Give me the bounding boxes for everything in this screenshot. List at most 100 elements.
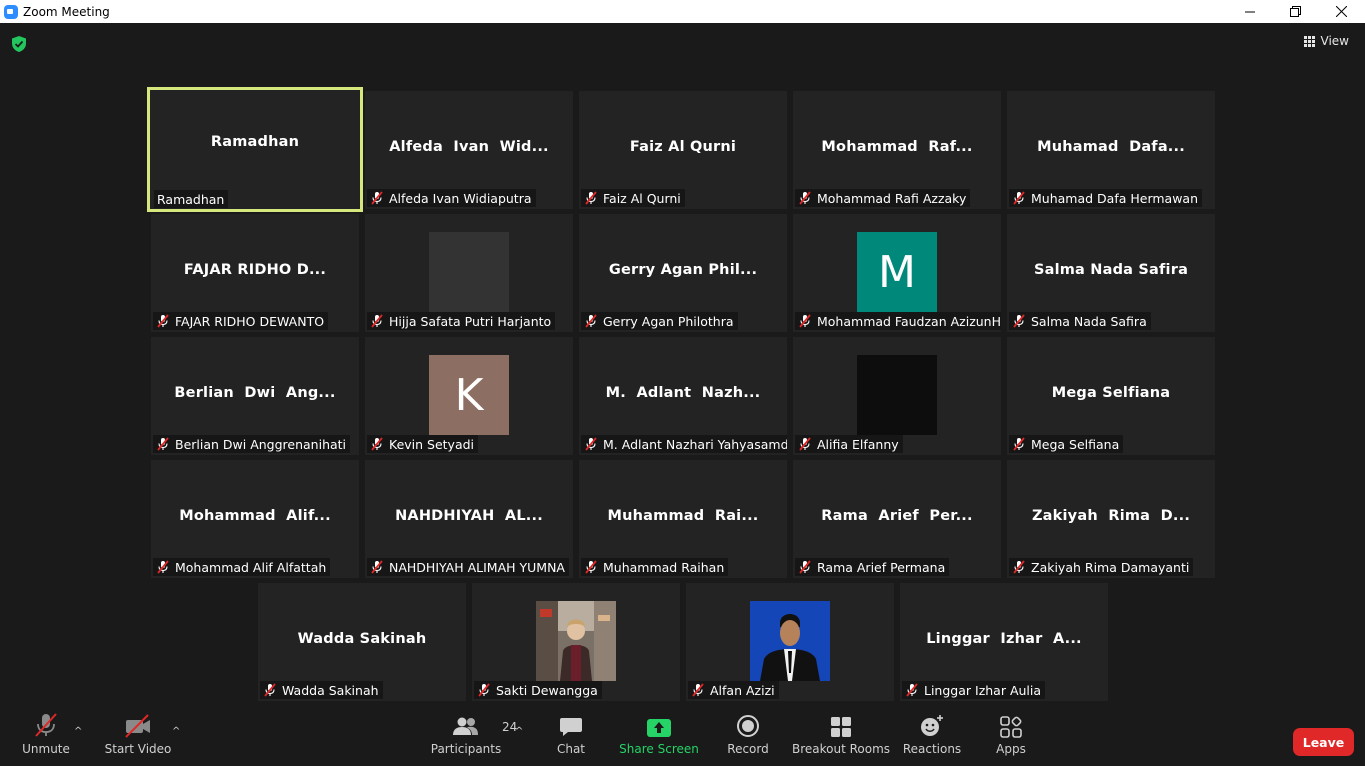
participant-display-name: M. Adlant Nazh... [605,385,761,401]
participant-name-label: Alifia Elfanny [795,435,903,453]
participant-name-label: Mega Selfiana [1009,435,1124,453]
participant-display-name: Berlian Dwi Ang... [174,385,336,401]
participant-tile[interactable]: Mega Selfiana Mega Selfiana [1007,337,1215,455]
participant-tile[interactable]: Salma Nada Safira Salma Nada Safira [1007,214,1215,332]
breakout-rooms-button[interactable]: Breakout Rooms [791,706,891,766]
participant-tile[interactable]: NAHDHIYAH AL... NAHDHIYAH ALIMAH YUMNA [365,460,573,578]
avatar-initial: M [857,232,937,312]
participant-name-label: M. Adlant Nazhari Yahyasamd... [581,435,787,453]
participant-tile[interactable]: FAJAR RIDHO D... FAJAR RIDHO DEWANTO [151,214,359,332]
reactions-button[interactable]: Reactions [902,706,962,766]
muted-mic-icon [371,314,383,328]
participant-name: Linggar Izhar Aulia [924,682,1042,698]
muted-mic-icon [585,314,597,328]
participants-label: Participants [430,742,502,756]
apps-button[interactable]: Apps [990,706,1032,766]
participant-tile[interactable]: Alfeda Ivan Wid... Alfeda Ivan Widiaputra [365,91,573,209]
chat-button[interactable]: Chat [548,706,594,766]
participant-name: Alfeda Ivan Widiaputra [389,190,532,206]
close-button[interactable] [1318,0,1364,23]
participant-tile[interactable]: M. Adlant Nazh... M. Adlant Nazhari Yahya… [579,337,787,455]
participant-name-label: Sakti Dewangga [474,681,602,699]
video-off-icon [125,714,150,738]
muted-mic-icon [157,437,169,451]
minimize-button[interactable] [1227,0,1273,23]
reactions-label: Reactions [902,742,962,756]
muted-mic-icon [264,683,276,697]
participant-name-label: Kevin Setyadi [367,435,479,453]
record-button[interactable]: Record [724,706,772,766]
share-screen-button[interactable]: Share Screen [619,706,699,766]
participant-tile[interactable]: Linggar Izhar A... Linggar Izhar Aulia [900,583,1108,701]
participant-tile[interactable]: Wadda Sakinah Wadda Sakinah [258,583,466,701]
participant-tile[interactable]: Alfan Azizi [686,583,894,701]
muted-mic-icon [1013,191,1025,205]
participant-tile[interactable]: Muhammad Rai... Muhammad Raihan [579,460,787,578]
muted-mic-icon [1013,314,1025,328]
grid-view-icon [1303,35,1315,47]
apps-label: Apps [996,742,1026,756]
video-options-caret[interactable]: ^ [172,726,180,737]
close-icon [1335,6,1347,17]
muted-mic-icon [371,560,383,574]
participants-options-caret[interactable]: ^ [515,726,523,737]
breakout-rooms-label: Breakout Rooms [791,742,891,756]
view-button[interactable]: View [1303,34,1349,48]
encryption-shield-icon[interactable] [11,35,27,53]
participant-tile[interactable]: Mohammad Raf... Mohammad Rafi Azzaky [793,91,1001,209]
unmute-button[interactable]: Unmute [16,706,76,766]
participant-name: Kevin Setyadi [389,436,475,452]
participant-name: Rama Arief Permana [817,559,946,575]
title-bar: Zoom Meeting [0,0,1365,23]
participant-display-name: Rama Arief Per... [821,508,973,524]
start-video-button[interactable]: Start Video [104,706,172,766]
participant-tile[interactable]: M Mohammad Faudzan AzizunH... [793,214,1001,332]
participant-name: Mega Selfiana [1031,436,1120,452]
participant-tile[interactable]: K Kevin Setyadi [365,337,573,455]
participant-name-label: Faiz Al Qurni [581,189,685,207]
meeting-toolbar: Unmute ^ Start Video ^ 24 Participants ^… [0,706,1365,766]
muted-mic-icon [1013,560,1025,574]
participant-name-label: Gerry Agan Philothra [581,312,738,330]
leave-button[interactable]: Leave [1293,728,1354,756]
participant-tile[interactable]: Ramadhan Ramadhan [147,87,363,212]
start-video-label: Start Video [104,742,172,756]
participant-display-name: Mega Selfiana [1051,385,1171,401]
participant-name-label: Mohammad Rafi Azzaky [795,189,971,207]
participant-tile[interactable]: Zakiyah Rima D... Zakiyah Rima Damayanti [1007,460,1215,578]
participant-name: NAHDHIYAH ALIMAH YUMNA [389,559,565,575]
participant-name-label: Zakiyah Rima Damayanti [1009,558,1194,576]
participant-tile[interactable]: Gerry Agan Phil... Gerry Agan Philothra [579,214,787,332]
participant-tile[interactable]: Muhamad Dafa... Muhamad Dafa Hermawan [1007,91,1215,209]
restore-button[interactable] [1272,0,1318,23]
muted-mic-icon [585,191,597,205]
share-screen-icon [647,719,671,737]
participant-name-label: Mohammad Alif Alfattah [153,558,331,576]
participant-tile[interactable]: Rama Arief Per... Rama Arief Permana [793,460,1001,578]
participant-name-label: Wadda Sakinah [260,681,383,699]
participant-display-name: Gerry Agan Phil... [608,262,758,278]
participant-display-name: Mohammad Raf... [821,139,973,155]
participant-tile[interactable]: Sakti Dewangga [472,583,680,701]
participant-tile[interactable]: Alifia Elfanny [793,337,1001,455]
participant-tile[interactable]: Berlian Dwi Ang... Berlian Dwi Anggrenani… [151,337,359,455]
participant-tile[interactable]: Mohammad Alif... Mohammad Alif Alfattah [151,460,359,578]
participant-tile[interactable]: Faiz Al Qurni Faiz Al Qurni [579,91,787,209]
participants-button[interactable]: 24 Participants [430,706,517,766]
participant-display-name: NAHDHIYAH AL... [395,508,543,524]
participant-display-name: Muhammad Rai... [607,508,759,524]
participant-name: Alifia Elfanny [817,436,899,452]
participant-name-label: NAHDHIYAH ALIMAH YUMNA [367,558,569,576]
unmute-label: Unmute [22,742,70,756]
participant-display-name: Wadda Sakinah [297,631,427,647]
audio-options-caret[interactable]: ^ [74,726,82,737]
chat-icon [560,718,582,736]
participant-name: M. Adlant Nazhari Yahyasamd... [603,436,787,452]
participant-name-label: Alfeda Ivan Widiaputra [367,189,536,207]
participant-tile[interactable]: Hijja Safata Putri Harjanto [365,214,573,332]
participant-name-label: Linggar Izhar Aulia [902,681,1046,699]
avatar [429,232,509,312]
participant-name-label: Muhammad Raihan [581,558,729,576]
profile-photo [750,601,830,681]
participant-display-name: Ramadhan [210,134,300,150]
